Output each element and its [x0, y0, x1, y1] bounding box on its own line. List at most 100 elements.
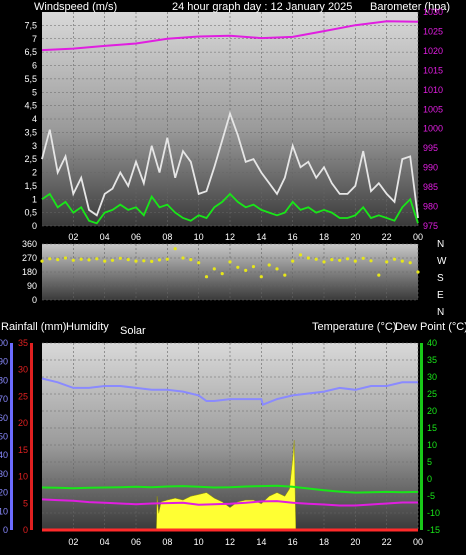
direction-point — [369, 259, 373, 263]
direction-point — [385, 260, 389, 264]
humidity-axis-label: Humidity — [66, 321, 109, 333]
x-tick-label: 14 — [256, 537, 266, 547]
direction-point — [291, 259, 295, 263]
x-tick-label: 16 — [288, 537, 298, 547]
wind-barometer-chart: Windspeed (m/s) 24 hour graph day : 12 J… — [24, 1, 450, 242]
direction-point — [173, 247, 177, 251]
temperature-axis-label: Temperature (°C) — [312, 321, 396, 333]
direction-point — [197, 261, 201, 265]
direction-point — [212, 267, 216, 271]
windspeed-tick-label: 5 — [32, 87, 37, 97]
x-tick-label: 12 — [225, 232, 235, 242]
wind-direction-chart: 090180270360 NWSEN — [22, 239, 447, 318]
windspeed-tick-label: 0,5 — [24, 208, 37, 218]
windspeed-tick-label: 3 — [32, 141, 37, 151]
barometer-tick-label: 995 — [423, 143, 438, 153]
compass-label: S — [437, 273, 444, 284]
compass-label: E — [437, 290, 444, 301]
x-tick-label: 04 — [100, 537, 110, 547]
humidity-tick-label: 60 — [0, 413, 8, 423]
temperature-tick-label: 0 — [427, 474, 432, 484]
direction-point — [298, 253, 303, 257]
direction-point — [63, 256, 68, 260]
x-tick-label: 18 — [319, 537, 329, 547]
barometer-tick-label: 980 — [423, 202, 438, 212]
temperature-tick-label: 35 — [427, 355, 437, 365]
direction-point — [267, 263, 271, 267]
barometer-tick-label: 1015 — [423, 65, 443, 75]
windspeed-tick-label: 4,5 — [24, 101, 37, 111]
rainfall-tick-label: 35 — [18, 338, 28, 348]
temp-humidity-chart: Rainfall (mm) Humidity Solar Temperature… — [0, 321, 466, 547]
direction-point — [228, 260, 232, 264]
dewpoint-axis-label: Dew Point (°C) — [395, 321, 466, 333]
windspeed-tick-label: 1,5 — [24, 181, 37, 191]
temperature-axis-bar — [420, 343, 423, 530]
direction-tick-label: 360 — [22, 239, 37, 249]
direction-point — [103, 259, 107, 263]
compass-label: W — [437, 256, 447, 267]
direction-point — [189, 258, 193, 262]
temperature-tick-label: -5 — [427, 491, 435, 501]
windspeed-tick-label: 2 — [32, 168, 37, 178]
windspeed-tick-label: 4 — [32, 114, 37, 124]
windspeed-tick-label: 6,5 — [24, 47, 37, 57]
humidity-tick-label: 0 — [3, 525, 8, 535]
chart-title: 24 hour graph day : 12 January 2025 — [172, 1, 352, 13]
direction-point — [275, 267, 279, 271]
rainfall-axis-bar — [30, 343, 33, 530]
x-tick-label: 06 — [131, 537, 141, 547]
rainfall-tick-label: 25 — [18, 391, 28, 401]
windspeed-tick-label: 7,5 — [24, 20, 37, 30]
direction-point — [400, 259, 404, 263]
barometer-ticks: 975 980 985 990 995 1000 1005 1010 1015 1020 1025 1… — [423, 7, 443, 231]
direction-point — [251, 265, 256, 269]
x-tick-label: 00 — [413, 232, 423, 242]
direction-point — [157, 258, 162, 262]
barometer-tick-label: 1000 — [423, 124, 443, 134]
direction-point — [416, 270, 420, 274]
x-tick-label: 02 — [68, 537, 78, 547]
windspeed-tick-label: 7 — [32, 34, 37, 44]
direction-point — [95, 257, 99, 261]
windspeed-tick-label: 2,5 — [24, 154, 37, 164]
rainfall-tick-label: 5 — [23, 498, 28, 508]
solar-axis-label: Solar — [120, 325, 146, 337]
x-tick-label: 16 — [288, 232, 298, 242]
temperature-tick-label: 10 — [427, 440, 437, 450]
x-tick-labels-top: 02 04 06 08 10 12 14 16 18 20 22 00 — [68, 232, 423, 242]
windspeed-tick-label: 0 — [32, 221, 37, 231]
x-tick-labels-bottom: 02 04 06 08 10 12 14 16 18 20 22 00 — [68, 537, 423, 547]
direction-point — [134, 259, 138, 263]
windspeed-tick-label: 5,5 — [24, 74, 37, 84]
direction-point — [110, 258, 115, 262]
temperature-ticks: -15 -10 -5 0 5 10 15 20 25 30 35 40 — [427, 338, 440, 535]
x-tick-label: 12 — [225, 537, 235, 547]
direction-tick-label: 90 — [27, 281, 37, 291]
direction-point — [40, 259, 44, 263]
barometer-tick-label: 1020 — [423, 46, 443, 56]
direction-point — [283, 273, 287, 277]
barometer-tick-label: 1030 — [423, 7, 443, 17]
x-tick-label: 22 — [382, 232, 392, 242]
direction-point — [392, 257, 397, 261]
direction-point — [204, 275, 209, 279]
barometer-tick-label: 990 — [423, 163, 438, 173]
rainfall-tick-label: 10 — [18, 472, 28, 482]
humidity-tick-label: 10 — [0, 506, 8, 516]
windspeed-tick-label: 3,5 — [24, 127, 37, 137]
rainfall-axis-label: Rainfall (mm) — [1, 321, 66, 333]
temperature-tick-label: 15 — [427, 423, 437, 433]
windspeed-ticks: 0 0,5 1 1,5 2 2,5 3 3,5 4 4,5 5 5,5 6 6,5 7 7,5 — [24, 20, 37, 231]
temperature-tick-label: -10 — [427, 508, 440, 518]
humidity-tick-label: 40 — [0, 450, 8, 460]
direction-point — [56, 258, 60, 262]
direction-point — [236, 265, 240, 269]
direction-ticks: 0 90 180 270 360 — [22, 239, 37, 305]
direction-point — [259, 275, 263, 279]
compass-labels: NWSEN — [437, 239, 447, 318]
temperature-tick-label: 20 — [427, 406, 437, 416]
temperature-tick-label: 5 — [427, 457, 432, 467]
rainfall-ticks: 0 5 10 15 20 25 30 35 — [18, 338, 28, 535]
humidity-tick-label: 50 — [0, 432, 8, 442]
